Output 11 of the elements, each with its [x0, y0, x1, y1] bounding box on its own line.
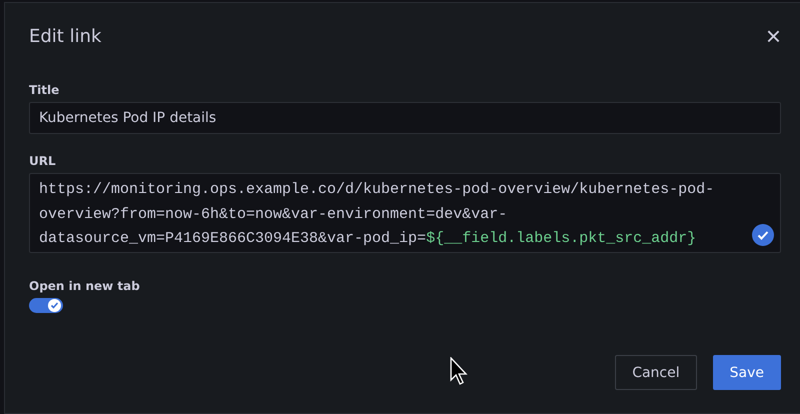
title-label: Title [29, 83, 60, 97]
close-button[interactable]: × [766, 23, 781, 49]
pointer-icon [450, 357, 468, 385]
title-input[interactable]: Kubernetes Pod IP details [29, 102, 781, 134]
new-tab-switch[interactable] [29, 298, 63, 313]
cancel-button[interactable]: Cancel [615, 355, 697, 390]
check-icon [50, 301, 59, 310]
url-label: URL [29, 154, 57, 168]
new-tab-label: Open in new tab [29, 279, 141, 293]
save-button[interactable]: Save [712, 355, 781, 390]
dialog-title: Edit link [29, 26, 102, 46]
